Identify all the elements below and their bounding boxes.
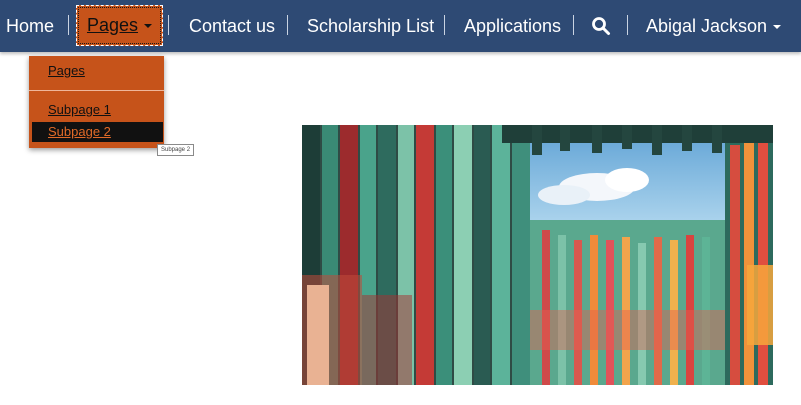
- nav-scholarship-list-link[interactable]: Scholarship List: [307, 0, 434, 52]
- dropdown-item-subpage-1[interactable]: Subpage 1: [29, 100, 164, 120]
- nav-contact-link[interactable]: Contact us: [189, 0, 275, 52]
- user-menu-toggle[interactable]: Abigal Jackson: [646, 0, 782, 52]
- nav-separator: [68, 15, 69, 35]
- nav-separator: [287, 15, 288, 35]
- nav-pages-label: Pages: [86, 15, 139, 35]
- nav-separator: [168, 15, 169, 35]
- nav-pages-dropdown-toggle[interactable]: Pages: [76, 5, 163, 46]
- dropdown-item-subpage-2[interactable]: Subpage 2: [32, 122, 163, 142]
- nav-applications-link[interactable]: Applications: [464, 0, 561, 52]
- search-icon[interactable]: [591, 16, 611, 36]
- dropdown-item-pages[interactable]: Pages: [29, 61, 164, 81]
- dropdown-divider: [29, 90, 164, 91]
- top-navbar: Home Pages Contact us Scholarship List A…: [0, 0, 801, 52]
- caret-down-icon: [144, 24, 153, 29]
- nav-separator: [573, 15, 574, 35]
- tooltip: Subpage 2: [157, 144, 195, 156]
- nav-separator: [444, 15, 445, 35]
- nav-home-link[interactable]: Home: [6, 0, 54, 52]
- caret-down-icon: [773, 25, 782, 30]
- hero-image: [302, 125, 773, 385]
- pages-dropdown-menu: Pages Subpage 1 Subpage 2: [29, 56, 164, 148]
- nav-separator: [627, 15, 628, 35]
- user-name: Abigal Jackson: [646, 16, 768, 36]
